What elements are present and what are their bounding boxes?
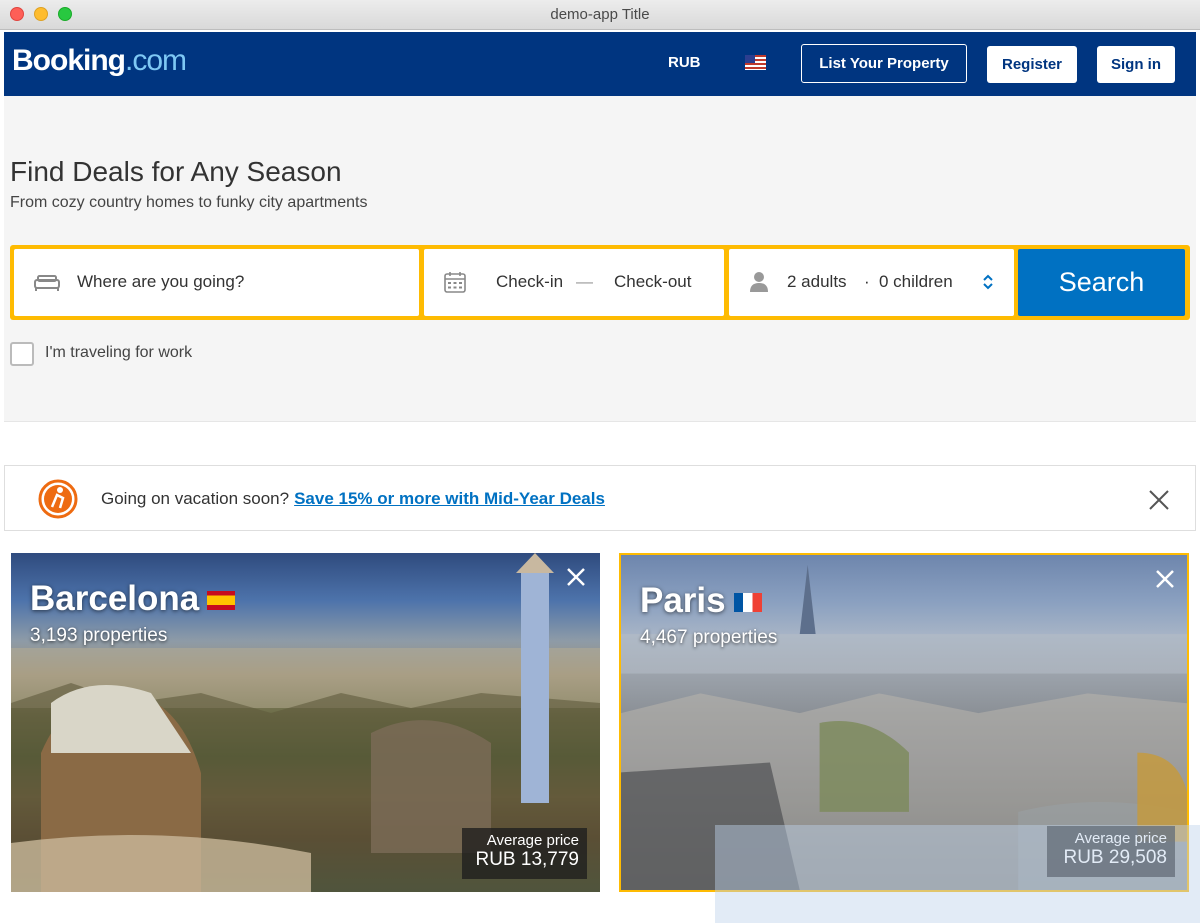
adults-count: 2 adults xyxy=(787,272,847,291)
sign-in-button[interactable]: Sign in xyxy=(1097,46,1175,83)
logo-brand: Booking xyxy=(12,44,126,77)
deals-banner: Going on vacation soon? Save 15% or more … xyxy=(4,465,1196,531)
person-icon xyxy=(750,272,768,292)
hero-title: Find Deals for Any Season xyxy=(10,156,342,187)
window-title: demo-app Title xyxy=(550,6,650,23)
destination-field[interactable]: Where are you going? xyxy=(14,249,419,316)
banner-text: Going on vacation soon? Save 15% or more … xyxy=(101,489,605,509)
work-travel-checkbox[interactable] xyxy=(10,342,34,366)
destination-input[interactable]: Where are you going? xyxy=(77,272,244,292)
dates-field[interactable]: Check-in — Check-out xyxy=(424,249,724,316)
close-icon[interactable] xyxy=(1155,569,1175,589)
property-count: 4,467 properties xyxy=(640,627,778,648)
watermark-overlay xyxy=(715,825,1200,923)
average-price-box: Average price RUB 13,779 xyxy=(462,828,587,879)
work-travel-label[interactable]: I'm traveling for work xyxy=(45,344,192,362)
vacation-deal-icon xyxy=(38,479,78,519)
close-icon[interactable] xyxy=(566,567,586,587)
price-label: Average price xyxy=(486,832,579,849)
city-name: Paris xyxy=(640,581,762,621)
list-property-button[interactable]: List Your Property xyxy=(801,44,967,83)
currency-selector[interactable]: RUB xyxy=(668,54,701,71)
banner-message: Going on vacation soon? xyxy=(101,489,290,508)
children-count: 0 children xyxy=(879,272,953,291)
chevron-updown-icon[interactable] xyxy=(981,272,995,292)
search-bar: Where are you going? Check-in — Check-ou… xyxy=(10,245,1190,320)
guests-field[interactable]: 2 adults · 0 children xyxy=(729,249,1014,316)
spain-flag-icon xyxy=(207,591,236,611)
bed-icon xyxy=(34,275,60,291)
booking-logo[interactable]: Booking.com xyxy=(12,44,187,78)
guest-separator: · xyxy=(864,272,870,291)
logo-tld: .com xyxy=(125,44,187,77)
france-flag-icon xyxy=(733,593,762,613)
checkout-field[interactable]: Check-out xyxy=(614,272,691,292)
search-button[interactable]: Search xyxy=(1018,249,1185,316)
register-button[interactable]: Register xyxy=(987,46,1077,83)
checkin-field[interactable]: Check-in xyxy=(496,272,563,292)
window-titlebar: demo-app Title xyxy=(0,0,1200,30)
hero-section: Find Deals for Any Season From cozy coun… xyxy=(4,96,1196,422)
date-separator: — xyxy=(576,272,593,291)
property-count: 3,193 properties xyxy=(30,625,168,646)
site-header: Booking.com RUB List Your Property Regis… xyxy=(4,32,1196,96)
price-value: RUB 13,779 xyxy=(475,849,579,870)
close-icon[interactable] xyxy=(1148,489,1170,511)
hero-subtitle: From cozy country homes to funky city ap… xyxy=(10,194,368,211)
city-name: Barcelona xyxy=(30,579,236,619)
destination-card-barcelona[interactable]: Barcelona 3,193 properties Average price… xyxy=(11,553,600,892)
calendar-icon xyxy=(444,272,466,293)
us-flag-icon[interactable] xyxy=(745,55,766,70)
mid-year-deals-link[interactable]: Save 15% or more with Mid-Year Deals xyxy=(294,489,605,508)
